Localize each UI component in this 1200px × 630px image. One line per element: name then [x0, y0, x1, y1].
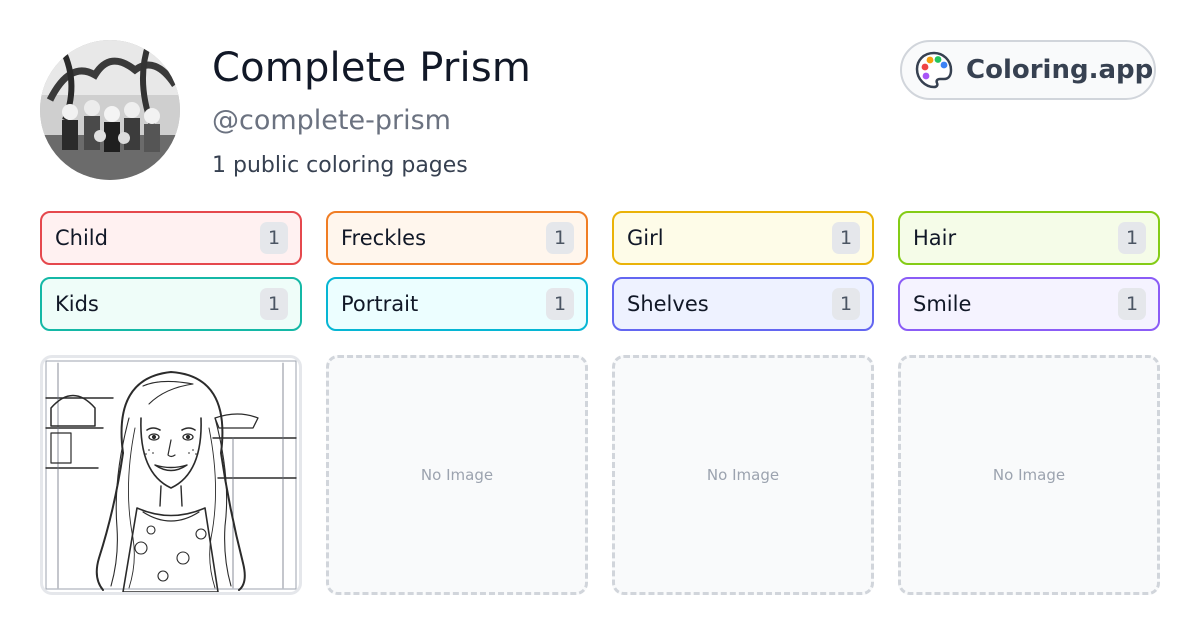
tag-hair[interactable]: Hair 1: [898, 211, 1160, 265]
avatar[interactable]: [40, 40, 180, 180]
tag-label: Kids: [55, 292, 99, 316]
tag-label: Child: [55, 226, 108, 250]
group-photo-avatar: [40, 40, 180, 180]
tag-label: Freckles: [341, 226, 427, 250]
tag-label: Smile: [913, 292, 972, 316]
tag-smile[interactable]: Smile 1: [898, 277, 1160, 331]
page-count: 1 public coloring pages: [212, 153, 468, 178]
coloring-page-grid: No Image No Image No Image: [40, 355, 1160, 595]
tag-kids[interactable]: Kids 1: [40, 277, 302, 331]
coloring-page-placeholder[interactable]: No Image: [898, 355, 1160, 595]
tag-girl[interactable]: Girl 1: [612, 211, 874, 265]
coloring-page-placeholder[interactable]: No Image: [612, 355, 874, 595]
tag-count-badge: 1: [1118, 288, 1146, 320]
tag-count-badge: 1: [832, 222, 860, 254]
profile-handle: @complete-prism: [212, 105, 451, 136]
brand-badge[interactable]: Coloring.app: [900, 40, 1156, 100]
no-image-label: No Image: [992, 466, 1066, 484]
tag-freckles[interactable]: Freckles 1: [326, 211, 588, 265]
girl-portrait-line-art: [45, 360, 297, 592]
tag-label: Shelves: [627, 292, 709, 316]
tag-count-badge: 1: [546, 288, 574, 320]
tag-shelves[interactable]: Shelves 1: [612, 277, 874, 331]
tag-count-badge: 1: [1118, 222, 1146, 254]
tag-label: Girl: [627, 226, 664, 250]
tag-count-badge: 1: [546, 222, 574, 254]
tag-portrait[interactable]: Portrait 1: [326, 277, 588, 331]
tag-count-badge: 1: [260, 288, 288, 320]
no-image-label: No Image: [706, 466, 780, 484]
brand-name: Coloring.app: [966, 55, 1154, 85]
coloring-page-card[interactable]: [40, 355, 302, 595]
profile-name: Complete Prism: [212, 45, 532, 91]
coloring-page-placeholder[interactable]: No Image: [326, 355, 588, 595]
tag-count-badge: 1: [260, 222, 288, 254]
tag-count-badge: 1: [832, 288, 860, 320]
tag-label: Hair: [913, 226, 957, 250]
tag-child[interactable]: Child 1: [40, 211, 302, 265]
no-image-label: No Image: [420, 466, 494, 484]
tag-list: Child 1 Freckles 1 Girl 1 Hair 1 Kids 1 …: [40, 211, 1160, 331]
tag-label: Portrait: [341, 292, 419, 316]
palette-icon: [915, 51, 953, 89]
